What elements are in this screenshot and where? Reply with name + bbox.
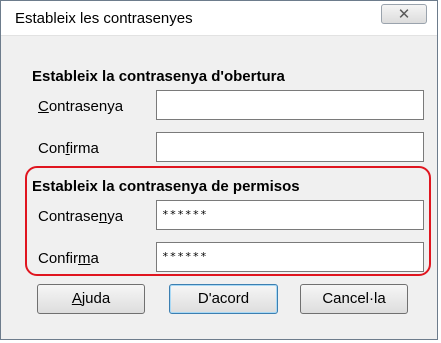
permission-password-heading: Estableix la contrasenya de permisos <box>32 178 300 195</box>
open-confirm-label: Confirma <box>38 140 99 157</box>
open-password-heading: Estableix la contrasenya d'obertura <box>32 68 285 85</box>
close-button[interactable]: ✕ <box>381 4 427 24</box>
close-icon: ✕ <box>397 6 411 23</box>
permission-password-input[interactable]: ****** <box>156 200 424 230</box>
ok-button[interactable]: D'acord <box>169 284 278 314</box>
open-confirm-input[interactable] <box>156 132 424 162</box>
permission-password-label: Contrasenya <box>38 208 124 225</box>
permission-confirm-label: Confirma <box>38 250 99 267</box>
help-button[interactable]: Ajuda <box>37 284 145 314</box>
open-password-input[interactable] <box>156 90 424 120</box>
permission-confirm-input[interactable]: ****** <box>156 242 424 272</box>
dialog-title: Estableix les contrasenyes <box>15 10 193 27</box>
title-bar: Estableix les contrasenyes ✕ <box>1 1 437 36</box>
cancel-button[interactable]: Cancel·la <box>300 284 408 314</box>
open-password-label: Contrasenya <box>38 98 124 115</box>
